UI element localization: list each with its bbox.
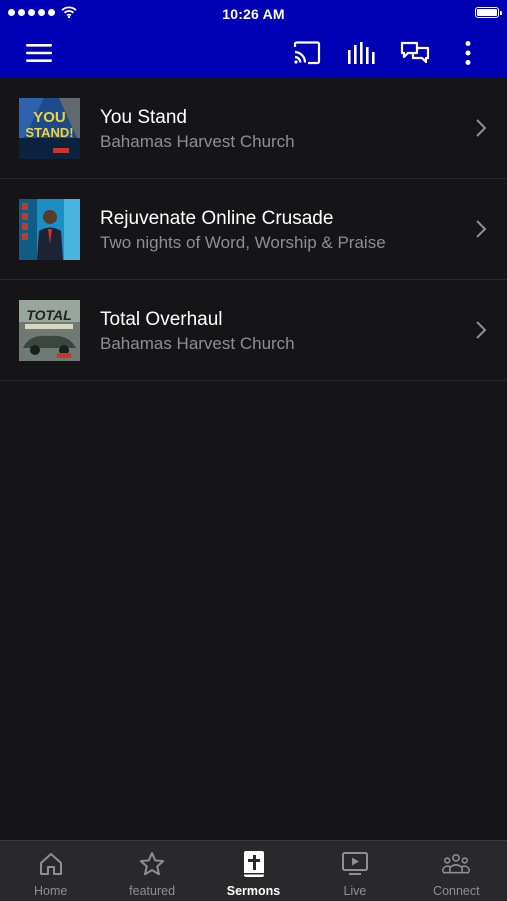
sermon-subtitle: Bahamas Harvest Church bbox=[100, 334, 295, 353]
sermon-title: You Stand bbox=[100, 107, 187, 128]
svg-text:TOTAL: TOTAL bbox=[26, 307, 71, 323]
menu-icon bbox=[26, 44, 52, 62]
cast-button[interactable] bbox=[290, 36, 324, 70]
sermon-row-total-overhaul[interactable]: TOTAL Total Overhaul Bahamas Harvest Chu… bbox=[0, 280, 507, 381]
tab-sermons[interactable]: Sermons bbox=[203, 841, 304, 901]
tab-label: Sermons bbox=[226, 884, 281, 898]
battery-icon bbox=[475, 7, 502, 18]
sermon-title: Total Overhaul bbox=[100, 309, 223, 330]
chevron-right-icon bbox=[476, 220, 487, 238]
sermon-row-you-stand[interactable]: YOU STAND! You Stand Bahamas Harvest Chu… bbox=[0, 78, 507, 179]
tab-live[interactable]: Live bbox=[304, 841, 405, 901]
chat-button[interactable] bbox=[398, 36, 432, 70]
audio-button[interactable] bbox=[344, 36, 378, 70]
sermon-list: YOU STAND! You Stand Bahamas Harvest Chu… bbox=[0, 78, 507, 381]
tab-home[interactable]: Home bbox=[0, 841, 101, 901]
chevron-right-icon bbox=[476, 119, 487, 137]
tv-play-icon bbox=[341, 852, 368, 875]
bible-icon bbox=[243, 851, 264, 877]
tab-label: Connect bbox=[433, 884, 480, 898]
tab-featured[interactable]: featured bbox=[101, 841, 202, 901]
status-bar: 10:26 AM bbox=[0, 0, 507, 28]
total-overhaul-artwork: TOTAL bbox=[19, 300, 80, 361]
cast-icon bbox=[293, 41, 321, 65]
people-icon bbox=[442, 854, 471, 874]
rejuvenate-artwork bbox=[19, 199, 80, 260]
status-time: 10:26 AM bbox=[222, 6, 285, 22]
chat-icon bbox=[400, 41, 430, 64]
tab-label: Live bbox=[343, 884, 367, 898]
svg-text:YOU: YOU bbox=[33, 109, 66, 126]
svg-text:STAND!: STAND! bbox=[25, 125, 73, 140]
menu-button[interactable] bbox=[22, 36, 56, 70]
tab-label: Home bbox=[34, 884, 68, 898]
star-icon bbox=[139, 852, 165, 876]
sermon-title: Rejuvenate Online Crusade bbox=[100, 208, 334, 229]
sermon-subtitle: Bahamas Harvest Church bbox=[100, 132, 295, 151]
tab-connect[interactable]: Connect bbox=[406, 841, 507, 901]
tab-label: featured bbox=[129, 884, 176, 898]
home-icon bbox=[39, 853, 62, 875]
more-options-button[interactable] bbox=[451, 36, 485, 70]
bottom-tab-bar: Home featured Sermons Live Connect bbox=[0, 840, 507, 901]
chevron-right-icon bbox=[476, 321, 487, 339]
more-vertical-icon bbox=[465, 41, 471, 65]
sermon-subtitle: Two nights of Word, Worship & Praise bbox=[100, 233, 386, 252]
app-toolbar bbox=[0, 28, 507, 78]
sermon-row-rejuvenate[interactable]: Rejuvenate Online Crusade Two nights of … bbox=[0, 179, 507, 280]
audio-bars-icon bbox=[348, 42, 375, 64]
you-stand-artwork: YOU STAND! bbox=[19, 98, 80, 159]
